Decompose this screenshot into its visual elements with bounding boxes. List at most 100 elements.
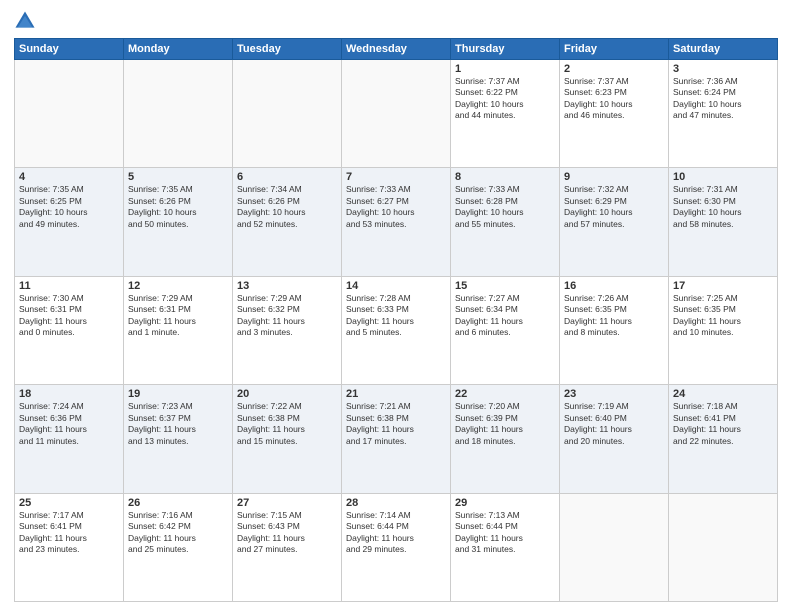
weekday-header-wednesday: Wednesday <box>342 39 451 60</box>
day-number: 21 <box>346 388 446 400</box>
day-number: 10 <box>673 171 773 183</box>
day-number: 8 <box>455 171 555 183</box>
calendar-cell: 5Sunrise: 7:35 AM Sunset: 6:26 PM Daylig… <box>124 168 233 276</box>
day-number: 18 <box>19 388 119 400</box>
weekday-header-sunday: Sunday <box>15 39 124 60</box>
page: SundayMondayTuesdayWednesdayThursdayFrid… <box>0 0 792 612</box>
day-number: 5 <box>128 171 228 183</box>
calendar-cell: 4Sunrise: 7:35 AM Sunset: 6:25 PM Daylig… <box>15 168 124 276</box>
calendar-cell <box>15 60 124 168</box>
day-info: Sunrise: 7:37 AM Sunset: 6:22 PM Dayligh… <box>455 76 555 122</box>
day-info: Sunrise: 7:27 AM Sunset: 6:34 PM Dayligh… <box>455 293 555 339</box>
calendar-week-5: 25Sunrise: 7:17 AM Sunset: 6:41 PM Dayli… <box>15 493 778 601</box>
day-number: 24 <box>673 388 773 400</box>
day-number: 12 <box>128 280 228 292</box>
calendar-cell: 27Sunrise: 7:15 AM Sunset: 6:43 PM Dayli… <box>233 493 342 601</box>
day-number: 3 <box>673 63 773 75</box>
weekday-header-monday: Monday <box>124 39 233 60</box>
day-info: Sunrise: 7:33 AM Sunset: 6:28 PM Dayligh… <box>455 184 555 230</box>
day-number: 7 <box>346 171 446 183</box>
calendar-cell: 2Sunrise: 7:37 AM Sunset: 6:23 PM Daylig… <box>560 60 669 168</box>
day-info: Sunrise: 7:34 AM Sunset: 6:26 PM Dayligh… <box>237 184 337 230</box>
day-number: 22 <box>455 388 555 400</box>
day-info: Sunrise: 7:26 AM Sunset: 6:35 PM Dayligh… <box>564 293 664 339</box>
day-info: Sunrise: 7:20 AM Sunset: 6:39 PM Dayligh… <box>455 401 555 447</box>
day-info: Sunrise: 7:30 AM Sunset: 6:31 PM Dayligh… <box>19 293 119 339</box>
calendar-cell: 3Sunrise: 7:36 AM Sunset: 6:24 PM Daylig… <box>669 60 778 168</box>
calendar-cell: 12Sunrise: 7:29 AM Sunset: 6:31 PM Dayli… <box>124 276 233 384</box>
day-number: 29 <box>455 497 555 509</box>
calendar-cell: 22Sunrise: 7:20 AM Sunset: 6:39 PM Dayli… <box>451 385 560 493</box>
calendar-cell: 21Sunrise: 7:21 AM Sunset: 6:38 PM Dayli… <box>342 385 451 493</box>
calendar-cell: 29Sunrise: 7:13 AM Sunset: 6:44 PM Dayli… <box>451 493 560 601</box>
calendar-cell: 10Sunrise: 7:31 AM Sunset: 6:30 PM Dayli… <box>669 168 778 276</box>
day-info: Sunrise: 7:31 AM Sunset: 6:30 PM Dayligh… <box>673 184 773 230</box>
day-number: 16 <box>564 280 664 292</box>
calendar-week-3: 11Sunrise: 7:30 AM Sunset: 6:31 PM Dayli… <box>15 276 778 384</box>
day-info: Sunrise: 7:14 AM Sunset: 6:44 PM Dayligh… <box>346 510 446 556</box>
day-info: Sunrise: 7:18 AM Sunset: 6:41 PM Dayligh… <box>673 401 773 447</box>
day-number: 9 <box>564 171 664 183</box>
logo-icon <box>14 10 36 32</box>
day-info: Sunrise: 7:33 AM Sunset: 6:27 PM Dayligh… <box>346 184 446 230</box>
calendar-cell: 20Sunrise: 7:22 AM Sunset: 6:38 PM Dayli… <box>233 385 342 493</box>
day-info: Sunrise: 7:22 AM Sunset: 6:38 PM Dayligh… <box>237 401 337 447</box>
calendar-cell <box>560 493 669 601</box>
day-number: 19 <box>128 388 228 400</box>
day-info: Sunrise: 7:21 AM Sunset: 6:38 PM Dayligh… <box>346 401 446 447</box>
logo <box>14 10 40 32</box>
calendar-week-2: 4Sunrise: 7:35 AM Sunset: 6:25 PM Daylig… <box>15 168 778 276</box>
calendar-cell: 24Sunrise: 7:18 AM Sunset: 6:41 PM Dayli… <box>669 385 778 493</box>
calendar-cell: 18Sunrise: 7:24 AM Sunset: 6:36 PM Dayli… <box>15 385 124 493</box>
calendar-cell: 19Sunrise: 7:23 AM Sunset: 6:37 PM Dayli… <box>124 385 233 493</box>
day-info: Sunrise: 7:24 AM Sunset: 6:36 PM Dayligh… <box>19 401 119 447</box>
calendar-cell: 28Sunrise: 7:14 AM Sunset: 6:44 PM Dayli… <box>342 493 451 601</box>
calendar-cell: 13Sunrise: 7:29 AM Sunset: 6:32 PM Dayli… <box>233 276 342 384</box>
day-number: 4 <box>19 171 119 183</box>
calendar-cell: 25Sunrise: 7:17 AM Sunset: 6:41 PM Dayli… <box>15 493 124 601</box>
weekday-header-thursday: Thursday <box>451 39 560 60</box>
day-number: 25 <box>19 497 119 509</box>
calendar-cell <box>669 493 778 601</box>
calendar-cell: 6Sunrise: 7:34 AM Sunset: 6:26 PM Daylig… <box>233 168 342 276</box>
calendar-cell: 16Sunrise: 7:26 AM Sunset: 6:35 PM Dayli… <box>560 276 669 384</box>
day-number: 15 <box>455 280 555 292</box>
weekday-header-row: SundayMondayTuesdayWednesdayThursdayFrid… <box>15 39 778 60</box>
calendar-cell <box>233 60 342 168</box>
calendar-cell: 17Sunrise: 7:25 AM Sunset: 6:35 PM Dayli… <box>669 276 778 384</box>
day-number: 28 <box>346 497 446 509</box>
day-info: Sunrise: 7:23 AM Sunset: 6:37 PM Dayligh… <box>128 401 228 447</box>
calendar-cell <box>124 60 233 168</box>
day-info: Sunrise: 7:19 AM Sunset: 6:40 PM Dayligh… <box>564 401 664 447</box>
day-info: Sunrise: 7:35 AM Sunset: 6:25 PM Dayligh… <box>19 184 119 230</box>
day-number: 26 <box>128 497 228 509</box>
day-info: Sunrise: 7:13 AM Sunset: 6:44 PM Dayligh… <box>455 510 555 556</box>
day-info: Sunrise: 7:32 AM Sunset: 6:29 PM Dayligh… <box>564 184 664 230</box>
day-number: 11 <box>19 280 119 292</box>
calendar-cell: 26Sunrise: 7:16 AM Sunset: 6:42 PM Dayli… <box>124 493 233 601</box>
day-number: 1 <box>455 63 555 75</box>
day-info: Sunrise: 7:25 AM Sunset: 6:35 PM Dayligh… <box>673 293 773 339</box>
day-info: Sunrise: 7:16 AM Sunset: 6:42 PM Dayligh… <box>128 510 228 556</box>
calendar-table: SundayMondayTuesdayWednesdayThursdayFrid… <box>14 38 778 602</box>
calendar-cell: 14Sunrise: 7:28 AM Sunset: 6:33 PM Dayli… <box>342 276 451 384</box>
calendar-cell: 23Sunrise: 7:19 AM Sunset: 6:40 PM Dayli… <box>560 385 669 493</box>
calendar-week-4: 18Sunrise: 7:24 AM Sunset: 6:36 PM Dayli… <box>15 385 778 493</box>
day-info: Sunrise: 7:29 AM Sunset: 6:32 PM Dayligh… <box>237 293 337 339</box>
day-number: 2 <box>564 63 664 75</box>
day-number: 13 <box>237 280 337 292</box>
calendar-cell: 8Sunrise: 7:33 AM Sunset: 6:28 PM Daylig… <box>451 168 560 276</box>
day-info: Sunrise: 7:15 AM Sunset: 6:43 PM Dayligh… <box>237 510 337 556</box>
day-number: 27 <box>237 497 337 509</box>
day-info: Sunrise: 7:28 AM Sunset: 6:33 PM Dayligh… <box>346 293 446 339</box>
calendar-cell: 11Sunrise: 7:30 AM Sunset: 6:31 PM Dayli… <box>15 276 124 384</box>
calendar-cell: 9Sunrise: 7:32 AM Sunset: 6:29 PM Daylig… <box>560 168 669 276</box>
day-number: 23 <box>564 388 664 400</box>
calendar-cell <box>342 60 451 168</box>
calendar-cell: 7Sunrise: 7:33 AM Sunset: 6:27 PM Daylig… <box>342 168 451 276</box>
weekday-header-saturday: Saturday <box>669 39 778 60</box>
header <box>14 10 778 32</box>
weekday-header-tuesday: Tuesday <box>233 39 342 60</box>
day-number: 14 <box>346 280 446 292</box>
day-info: Sunrise: 7:35 AM Sunset: 6:26 PM Dayligh… <box>128 184 228 230</box>
